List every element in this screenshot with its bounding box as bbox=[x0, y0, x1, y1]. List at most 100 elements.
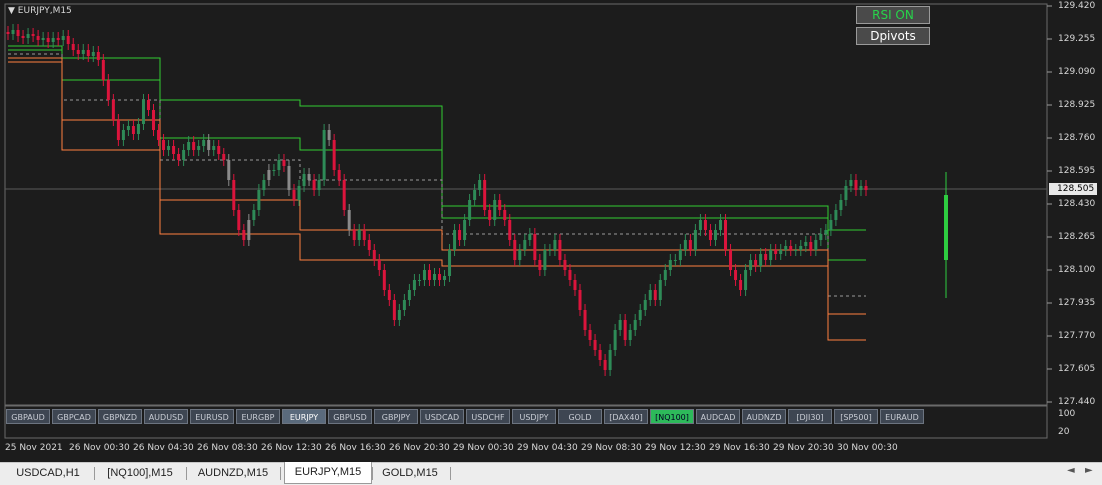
candle-body bbox=[81, 50, 85, 54]
candle-body bbox=[618, 320, 622, 330]
candle-body bbox=[357, 230, 361, 240]
candle-body bbox=[713, 230, 717, 240]
candle-body bbox=[76, 50, 80, 54]
time-tick-label: 30 Nov 00:30 bbox=[837, 443, 898, 453]
candle-body bbox=[849, 180, 853, 186]
candle-body bbox=[568, 270, 572, 280]
candle-body bbox=[157, 130, 161, 140]
symbol-button-gbpnzd[interactable]: GBPNZD bbox=[98, 409, 142, 424]
candle-body bbox=[101, 60, 105, 80]
time-tick-label: 26 Nov 20:30 bbox=[389, 443, 450, 453]
candle-body bbox=[262, 180, 266, 190]
chart-window[interactable]: ▼ EURJPY,M15 RSI ON Dpivots 129.420 129.2… bbox=[0, 0, 1102, 462]
candle-body bbox=[71, 44, 75, 50]
time-tick-label: 26 Nov 16:30 bbox=[325, 443, 386, 453]
price-tick-label: 127.605 bbox=[1058, 364, 1096, 374]
symbol-button-eurgbp[interactable]: EURGBP bbox=[236, 409, 280, 424]
chart-tab[interactable]: EURJPY,M15 bbox=[284, 462, 372, 484]
candle-body bbox=[648, 290, 652, 300]
chart-tab[interactable]: [NQ100],M15 bbox=[96, 463, 184, 483]
candle-body bbox=[252, 210, 256, 220]
scroll-right-icon[interactable]: ► bbox=[1085, 465, 1093, 476]
scroll-left-icon[interactable]: ◄ bbox=[1067, 465, 1075, 476]
symbol-button-gbpusd[interactable]: GBPUSD bbox=[328, 409, 372, 424]
time-tick-label: 29 Nov 08:30 bbox=[581, 443, 642, 453]
symbol-button-usdjpy[interactable]: USDJPY bbox=[512, 409, 556, 424]
candle-body bbox=[693, 230, 697, 250]
symbol-button-audnzd[interactable]: AUDNZD bbox=[742, 409, 786, 424]
candle-body bbox=[698, 220, 702, 230]
candle-body bbox=[588, 330, 592, 340]
candle-body bbox=[628, 330, 632, 340]
chart-tab[interactable]: USDCAD,H1 bbox=[4, 463, 92, 483]
price-tick-label: 128.925 bbox=[1058, 100, 1096, 110]
candle-body bbox=[136, 124, 140, 134]
candle-body bbox=[212, 146, 216, 150]
symbol-button-usdcad[interactable]: USDCAD bbox=[420, 409, 464, 424]
candle-body bbox=[126, 126, 130, 130]
symbol-button-dji30[interactable]: [DJI30] bbox=[788, 409, 832, 424]
candle-body bbox=[688, 240, 692, 250]
candle-body bbox=[272, 170, 276, 171]
dropdown-icon[interactable]: ▼ bbox=[8, 6, 15, 16]
candle-body bbox=[774, 250, 778, 254]
symbol-button-audcad[interactable]: AUDCAD bbox=[696, 409, 740, 424]
candle-body bbox=[458, 230, 462, 240]
pivot-line-s2 bbox=[8, 61, 866, 341]
time-tick-label: 25 Nov 2021 bbox=[5, 443, 63, 453]
price-tick-label: 127.935 bbox=[1058, 298, 1096, 308]
symbol-button-audusd[interactable]: AUDUSD bbox=[144, 409, 188, 424]
candle-body bbox=[523, 240, 527, 250]
candle-body bbox=[121, 130, 125, 140]
candle-body bbox=[192, 142, 196, 150]
candle-body bbox=[51, 38, 55, 42]
candle-body bbox=[663, 270, 667, 280]
chart-tab[interactable]: AUDNZD,M15 bbox=[188, 463, 278, 483]
candle-body bbox=[367, 240, 371, 250]
symbol-button-nq100[interactable]: [NQ100] bbox=[650, 409, 694, 424]
symbol-button-gold[interactable]: GOLD bbox=[558, 409, 602, 424]
candle-body bbox=[167, 146, 171, 150]
tab-separator bbox=[94, 467, 95, 480]
candle-body bbox=[729, 250, 733, 270]
candle-body bbox=[598, 350, 602, 360]
time-tick-label: 29 Nov 16:30 bbox=[709, 443, 770, 453]
chart-tab[interactable]: GOLD,M15 bbox=[372, 463, 448, 483]
pivot-line-r2 bbox=[8, 45, 866, 231]
price-tick-label: 128.265 bbox=[1058, 232, 1096, 242]
symbol-button-eurusd[interactable]: EURUSD bbox=[190, 409, 234, 424]
symbol-button-gbpcad[interactable]: GBPCAD bbox=[52, 409, 96, 424]
rsi-toggle-button[interactable]: RSI ON bbox=[856, 6, 930, 24]
candle-body bbox=[718, 220, 722, 230]
candle-body bbox=[327, 130, 331, 140]
candle-body bbox=[528, 234, 532, 240]
time-tick-label: 26 Nov 00:30 bbox=[69, 443, 130, 453]
symbol-button-gbpjpy[interactable]: GBPJPY bbox=[374, 409, 418, 424]
time-tick-label: 26 Nov 04:30 bbox=[133, 443, 194, 453]
symbol-button-eurjpy[interactable]: EURJPY bbox=[282, 409, 326, 424]
candle-body bbox=[222, 154, 226, 160]
candle-body bbox=[277, 160, 281, 170]
candle-body bbox=[724, 220, 728, 250]
candle-body bbox=[131, 126, 135, 134]
symbol-button-dax40[interactable]: [DAX40] bbox=[604, 409, 648, 424]
candle-body bbox=[372, 250, 376, 260]
candle-body bbox=[141, 100, 145, 124]
candle-body bbox=[96, 52, 100, 60]
symbol-button-gbpaud[interactable]: GBPAUD bbox=[6, 409, 50, 424]
pivot-lines bbox=[8, 45, 866, 341]
candle-body bbox=[478, 180, 482, 190]
candle-body bbox=[362, 230, 366, 240]
candle-body bbox=[31, 34, 35, 36]
symbol-button-sp500[interactable]: [SP500] bbox=[834, 409, 878, 424]
candle-body bbox=[162, 140, 166, 150]
symbol-button-usdchf[interactable]: USDCHF bbox=[466, 409, 510, 424]
candle-body bbox=[754, 260, 758, 266]
candle-body bbox=[749, 260, 753, 270]
dpivots-button[interactable]: Dpivots bbox=[856, 27, 930, 45]
candle-body bbox=[839, 200, 843, 210]
candle-body bbox=[623, 320, 627, 340]
candle-body bbox=[382, 270, 386, 290]
symbol-button-euraud[interactable]: EURAUD bbox=[880, 409, 924, 424]
chart-canvas[interactable] bbox=[0, 0, 1102, 462]
